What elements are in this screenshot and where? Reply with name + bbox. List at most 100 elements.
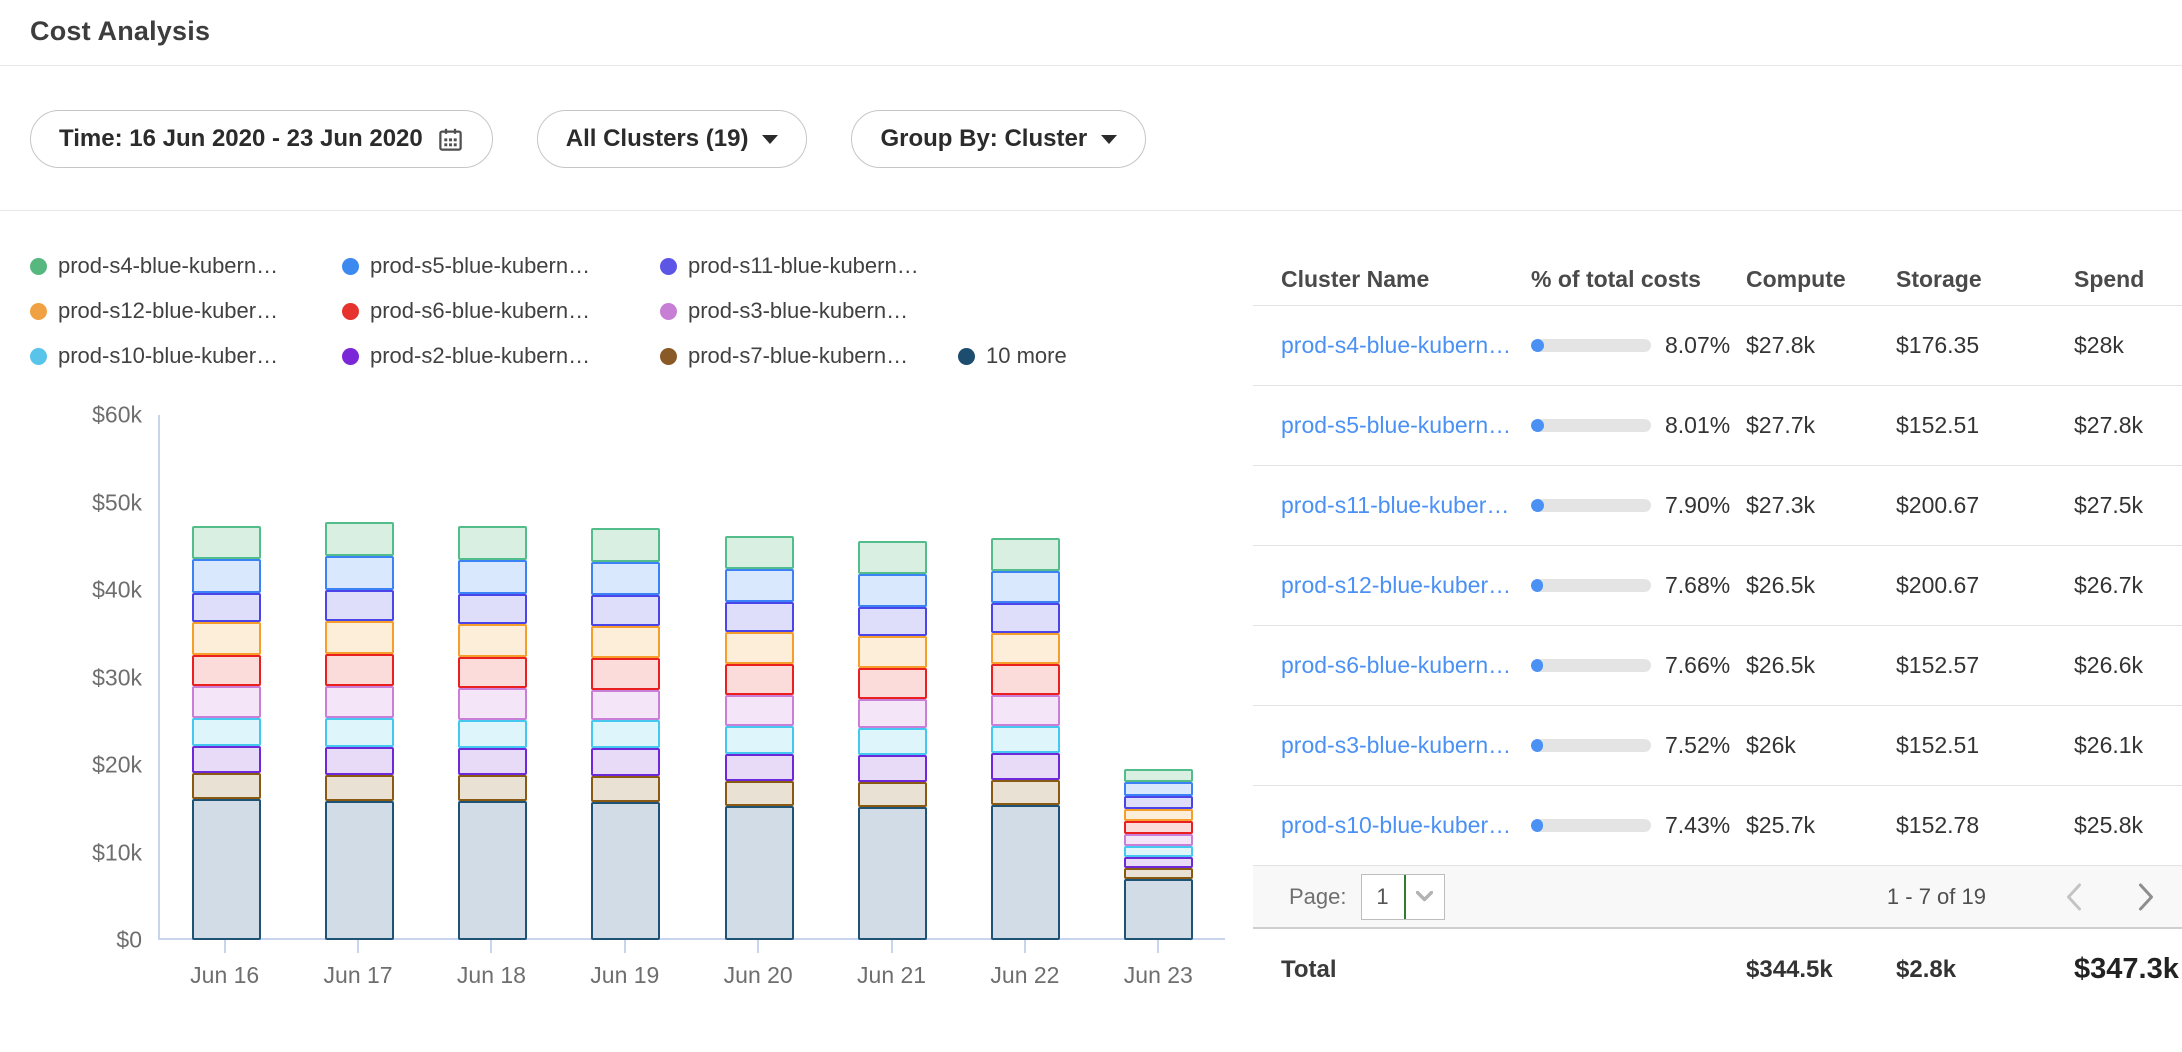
cluster-name-link[interactable]: prod-s4-blue-kubern… (1281, 332, 1511, 358)
stacked-bar-jun-21[interactable] (858, 541, 927, 940)
bar-segment-prod-s6-blue-kubern[interactable] (991, 664, 1060, 695)
bar-segment-prod-s10-blue-kuber[interactable] (192, 718, 261, 746)
legend-item-prod-s6-blue-kubern[interactable]: prod-s6-blue-kubern… (342, 298, 660, 324)
bar-segment-prod-s5-blue-kubern[interactable] (325, 556, 394, 590)
legend-item-prod-s4-blue-kubern[interactable]: prod-s4-blue-kubern… (30, 253, 342, 279)
bar-segment-prod-s12-blue-kuber[interactable] (591, 626, 660, 658)
clusters-filter-button[interactable]: All Clusters (19) (537, 110, 808, 168)
stacked-bar-jun-18[interactable] (458, 526, 527, 940)
bar-segment-prod-s2-blue-kubern[interactable] (458, 748, 527, 775)
bar-segment-prod-s4-blue-kubern[interactable] (458, 526, 527, 560)
stacked-bar-jun-16[interactable] (192, 526, 261, 940)
stacked-bar-jun-20[interactable] (725, 536, 794, 940)
bar-segment-prod-s3-blue-kubern[interactable] (858, 699, 927, 729)
bar-segment-prod-s6-blue-kubern[interactable] (325, 654, 394, 686)
bar-segment-prod-s2-blue-kubern[interactable] (991, 753, 1060, 780)
bar-segment-prod-s4-blue-kubern[interactable] (325, 522, 394, 556)
cluster-name-link[interactable]: prod-s6-blue-kubern… (1281, 652, 1511, 678)
bar-segment-prod-s2-blue-kubern[interactable] (858, 755, 927, 781)
legend-item-10-more[interactable]: 10 more (958, 343, 1225, 369)
bar-segment-prod-s5-blue-kubern[interactable] (591, 562, 660, 595)
cluster-name-link[interactable]: prod-s10-blue-kuber… (1281, 812, 1511, 838)
bar-segment-prod-s12-blue-kuber[interactable] (1124, 809, 1193, 821)
stacked-bar-jun-23[interactable] (1124, 769, 1193, 941)
bar-segment-prod-s4-blue-kubern[interactable] (1124, 769, 1193, 782)
bar-segment-prod-s10-blue-kuber[interactable] (725, 726, 794, 754)
bar-segment-prod-s5-blue-kubern[interactable] (458, 560, 527, 593)
bar-segment-prod-s11-blue-kubern[interactable] (192, 593, 261, 622)
legend-item-prod-s12-blue-kuber[interactable]: prod-s12-blue-kuber… (30, 298, 342, 324)
bar-segment-10-more[interactable] (591, 802, 660, 940)
bar-segment-prod-s6-blue-kubern[interactable] (591, 658, 660, 690)
bar-segment-prod-s5-blue-kubern[interactable] (991, 571, 1060, 603)
bar-segment-prod-s4-blue-kubern[interactable] (991, 538, 1060, 571)
bar-segment-10-more[interactable] (192, 799, 261, 940)
bar-segment-10-more[interactable] (858, 807, 927, 940)
bar-segment-prod-s11-blue-kubern[interactable] (325, 590, 394, 621)
legend-item-prod-s3-blue-kubern[interactable]: prod-s3-blue-kubern… (660, 298, 958, 324)
bar-segment-prod-s6-blue-kubern[interactable] (192, 655, 261, 687)
bar-segment-prod-s7-blue-kubern[interactable] (725, 781, 794, 806)
bar-segment-prod-s7-blue-kubern[interactable] (591, 776, 660, 802)
next-page-button[interactable] (2137, 882, 2156, 912)
cluster-name-link[interactable]: prod-s5-blue-kubern… (1281, 412, 1511, 438)
bar-segment-prod-s10-blue-kuber[interactable] (458, 720, 527, 748)
bar-segment-10-more[interactable] (1124, 879, 1193, 940)
bar-segment-prod-s12-blue-kuber[interactable] (725, 632, 794, 664)
bar-segment-prod-s10-blue-kuber[interactable] (591, 720, 660, 748)
bar-segment-prod-s6-blue-kubern[interactable] (458, 657, 527, 689)
bar-segment-prod-s5-blue-kubern[interactable] (725, 569, 794, 602)
cluster-name-link[interactable]: prod-s12-blue-kuber… (1281, 572, 1511, 598)
bar-segment-prod-s11-blue-kubern[interactable] (1124, 796, 1193, 809)
bar-segment-prod-s3-blue-kubern[interactable] (458, 688, 527, 720)
stacked-bar-jun-17[interactable] (325, 522, 394, 940)
bar-segment-prod-s11-blue-kubern[interactable] (725, 602, 794, 632)
bar-segment-prod-s6-blue-kubern[interactable] (1124, 821, 1193, 834)
bar-segment-prod-s11-blue-kubern[interactable] (591, 595, 660, 626)
legend-item-prod-s10-blue-kuber[interactable]: prod-s10-blue-kuber… (30, 343, 342, 369)
bar-segment-prod-s2-blue-kubern[interactable] (1124, 857, 1193, 868)
bar-segment-prod-s6-blue-kubern[interactable] (858, 668, 927, 699)
time-range-filter-button[interactable]: Time: 16 Jun 2020 - 23 Jun 2020 (30, 110, 493, 168)
bar-segment-prod-s11-blue-kubern[interactable] (458, 594, 527, 625)
bar-segment-prod-s12-blue-kuber[interactable] (858, 636, 927, 668)
previous-page-button[interactable] (2064, 882, 2083, 912)
bar-segment-prod-s12-blue-kuber[interactable] (991, 633, 1060, 665)
bar-segment-prod-s3-blue-kubern[interactable] (991, 695, 1060, 726)
bar-segment-prod-s7-blue-kubern[interactable] (192, 773, 261, 799)
bar-segment-prod-s2-blue-kubern[interactable] (325, 747, 394, 775)
legend-item-prod-s7-blue-kubern[interactable]: prod-s7-blue-kubern… (660, 343, 958, 369)
bar-segment-prod-s4-blue-kubern[interactable] (725, 536, 794, 569)
bar-segment-prod-s7-blue-kubern[interactable] (325, 775, 394, 801)
stacked-bar-jun-19[interactable] (591, 528, 660, 940)
bar-segment-prod-s4-blue-kubern[interactable] (192, 526, 261, 559)
bar-segment-prod-s12-blue-kuber[interactable] (192, 622, 261, 655)
bar-segment-prod-s2-blue-kubern[interactable] (725, 754, 794, 781)
cluster-name-link[interactable]: prod-s3-blue-kubern… (1281, 732, 1511, 758)
bar-segment-prod-s10-blue-kuber[interactable] (858, 728, 927, 755)
bar-segment-prod-s10-blue-kuber[interactable] (991, 726, 1060, 753)
bar-segment-prod-s7-blue-kubern[interactable] (858, 782, 927, 807)
bar-segment-prod-s5-blue-kubern[interactable] (1124, 782, 1193, 796)
bar-segment-prod-s10-blue-kuber[interactable] (1124, 846, 1193, 857)
bar-segment-prod-s3-blue-kubern[interactable] (325, 686, 394, 718)
legend-item-prod-s11-blue-kubern[interactable]: prod-s11-blue-kubern… (660, 253, 958, 279)
bar-segment-10-more[interactable] (325, 801, 394, 940)
bar-segment-prod-s5-blue-kubern[interactable] (192, 559, 261, 592)
page-select[interactable]: 1 (1361, 874, 1445, 920)
bar-segment-prod-s11-blue-kubern[interactable] (858, 607, 927, 637)
bar-segment-prod-s5-blue-kubern[interactable] (858, 574, 927, 606)
bar-segment-10-more[interactable] (725, 806, 794, 940)
bar-segment-prod-s12-blue-kuber[interactable] (458, 624, 527, 656)
bar-segment-prod-s11-blue-kubern[interactable] (991, 603, 1060, 633)
bar-segment-prod-s7-blue-kubern[interactable] (458, 775, 527, 801)
bar-segment-prod-s7-blue-kubern[interactable] (1124, 868, 1193, 879)
legend-item-prod-s5-blue-kubern[interactable]: prod-s5-blue-kubern… (342, 253, 660, 279)
stacked-bar-jun-22[interactable] (991, 538, 1060, 941)
bar-segment-prod-s3-blue-kubern[interactable] (591, 690, 660, 721)
group-by-filter-button[interactable]: Group By: Cluster (851, 110, 1146, 168)
bar-segment-prod-s3-blue-kubern[interactable] (1124, 834, 1193, 846)
bar-segment-prod-s10-blue-kuber[interactable] (325, 718, 394, 747)
bar-segment-10-more[interactable] (991, 805, 1060, 940)
bar-segment-prod-s12-blue-kuber[interactable] (325, 621, 394, 654)
